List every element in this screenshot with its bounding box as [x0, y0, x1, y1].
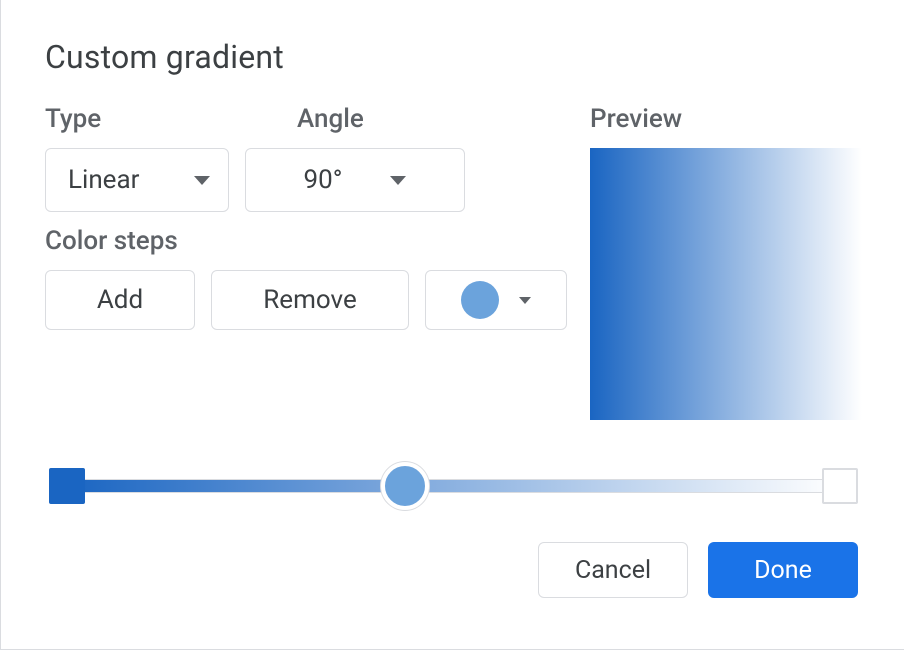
gradient-preview: [590, 148, 862, 420]
color-steps-label: Color steps: [45, 226, 575, 256]
angle-select-value: 90°: [304, 165, 343, 195]
stop-color-select[interactable]: [425, 270, 567, 330]
type-select[interactable]: Linear: [45, 148, 229, 212]
cancel-button[interactable]: Cancel: [538, 542, 688, 598]
done-button[interactable]: Done: [708, 542, 858, 598]
chevron-down-icon: [519, 297, 531, 304]
color-swatch-icon: [461, 281, 499, 319]
gradient-stop-start[interactable]: [49, 468, 85, 504]
slider-thumb[interactable]: [381, 462, 429, 510]
gradient-stop-slider[interactable]: [49, 462, 858, 510]
slider-track: [67, 479, 840, 493]
gradient-stop-end[interactable]: [822, 468, 858, 504]
add-stop-button[interactable]: Add: [45, 270, 195, 330]
chevron-down-icon: [194, 176, 210, 185]
preview-label: Preview: [590, 104, 862, 134]
remove-stop-button[interactable]: Remove: [211, 270, 409, 330]
dialog-title: Custom gradient: [45, 38, 862, 76]
type-select-value: Linear: [68, 165, 139, 195]
type-label: Type: [45, 104, 245, 134]
angle-label: Angle: [297, 104, 364, 134]
chevron-down-icon: [390, 176, 406, 185]
angle-select[interactable]: 90°: [245, 148, 465, 212]
